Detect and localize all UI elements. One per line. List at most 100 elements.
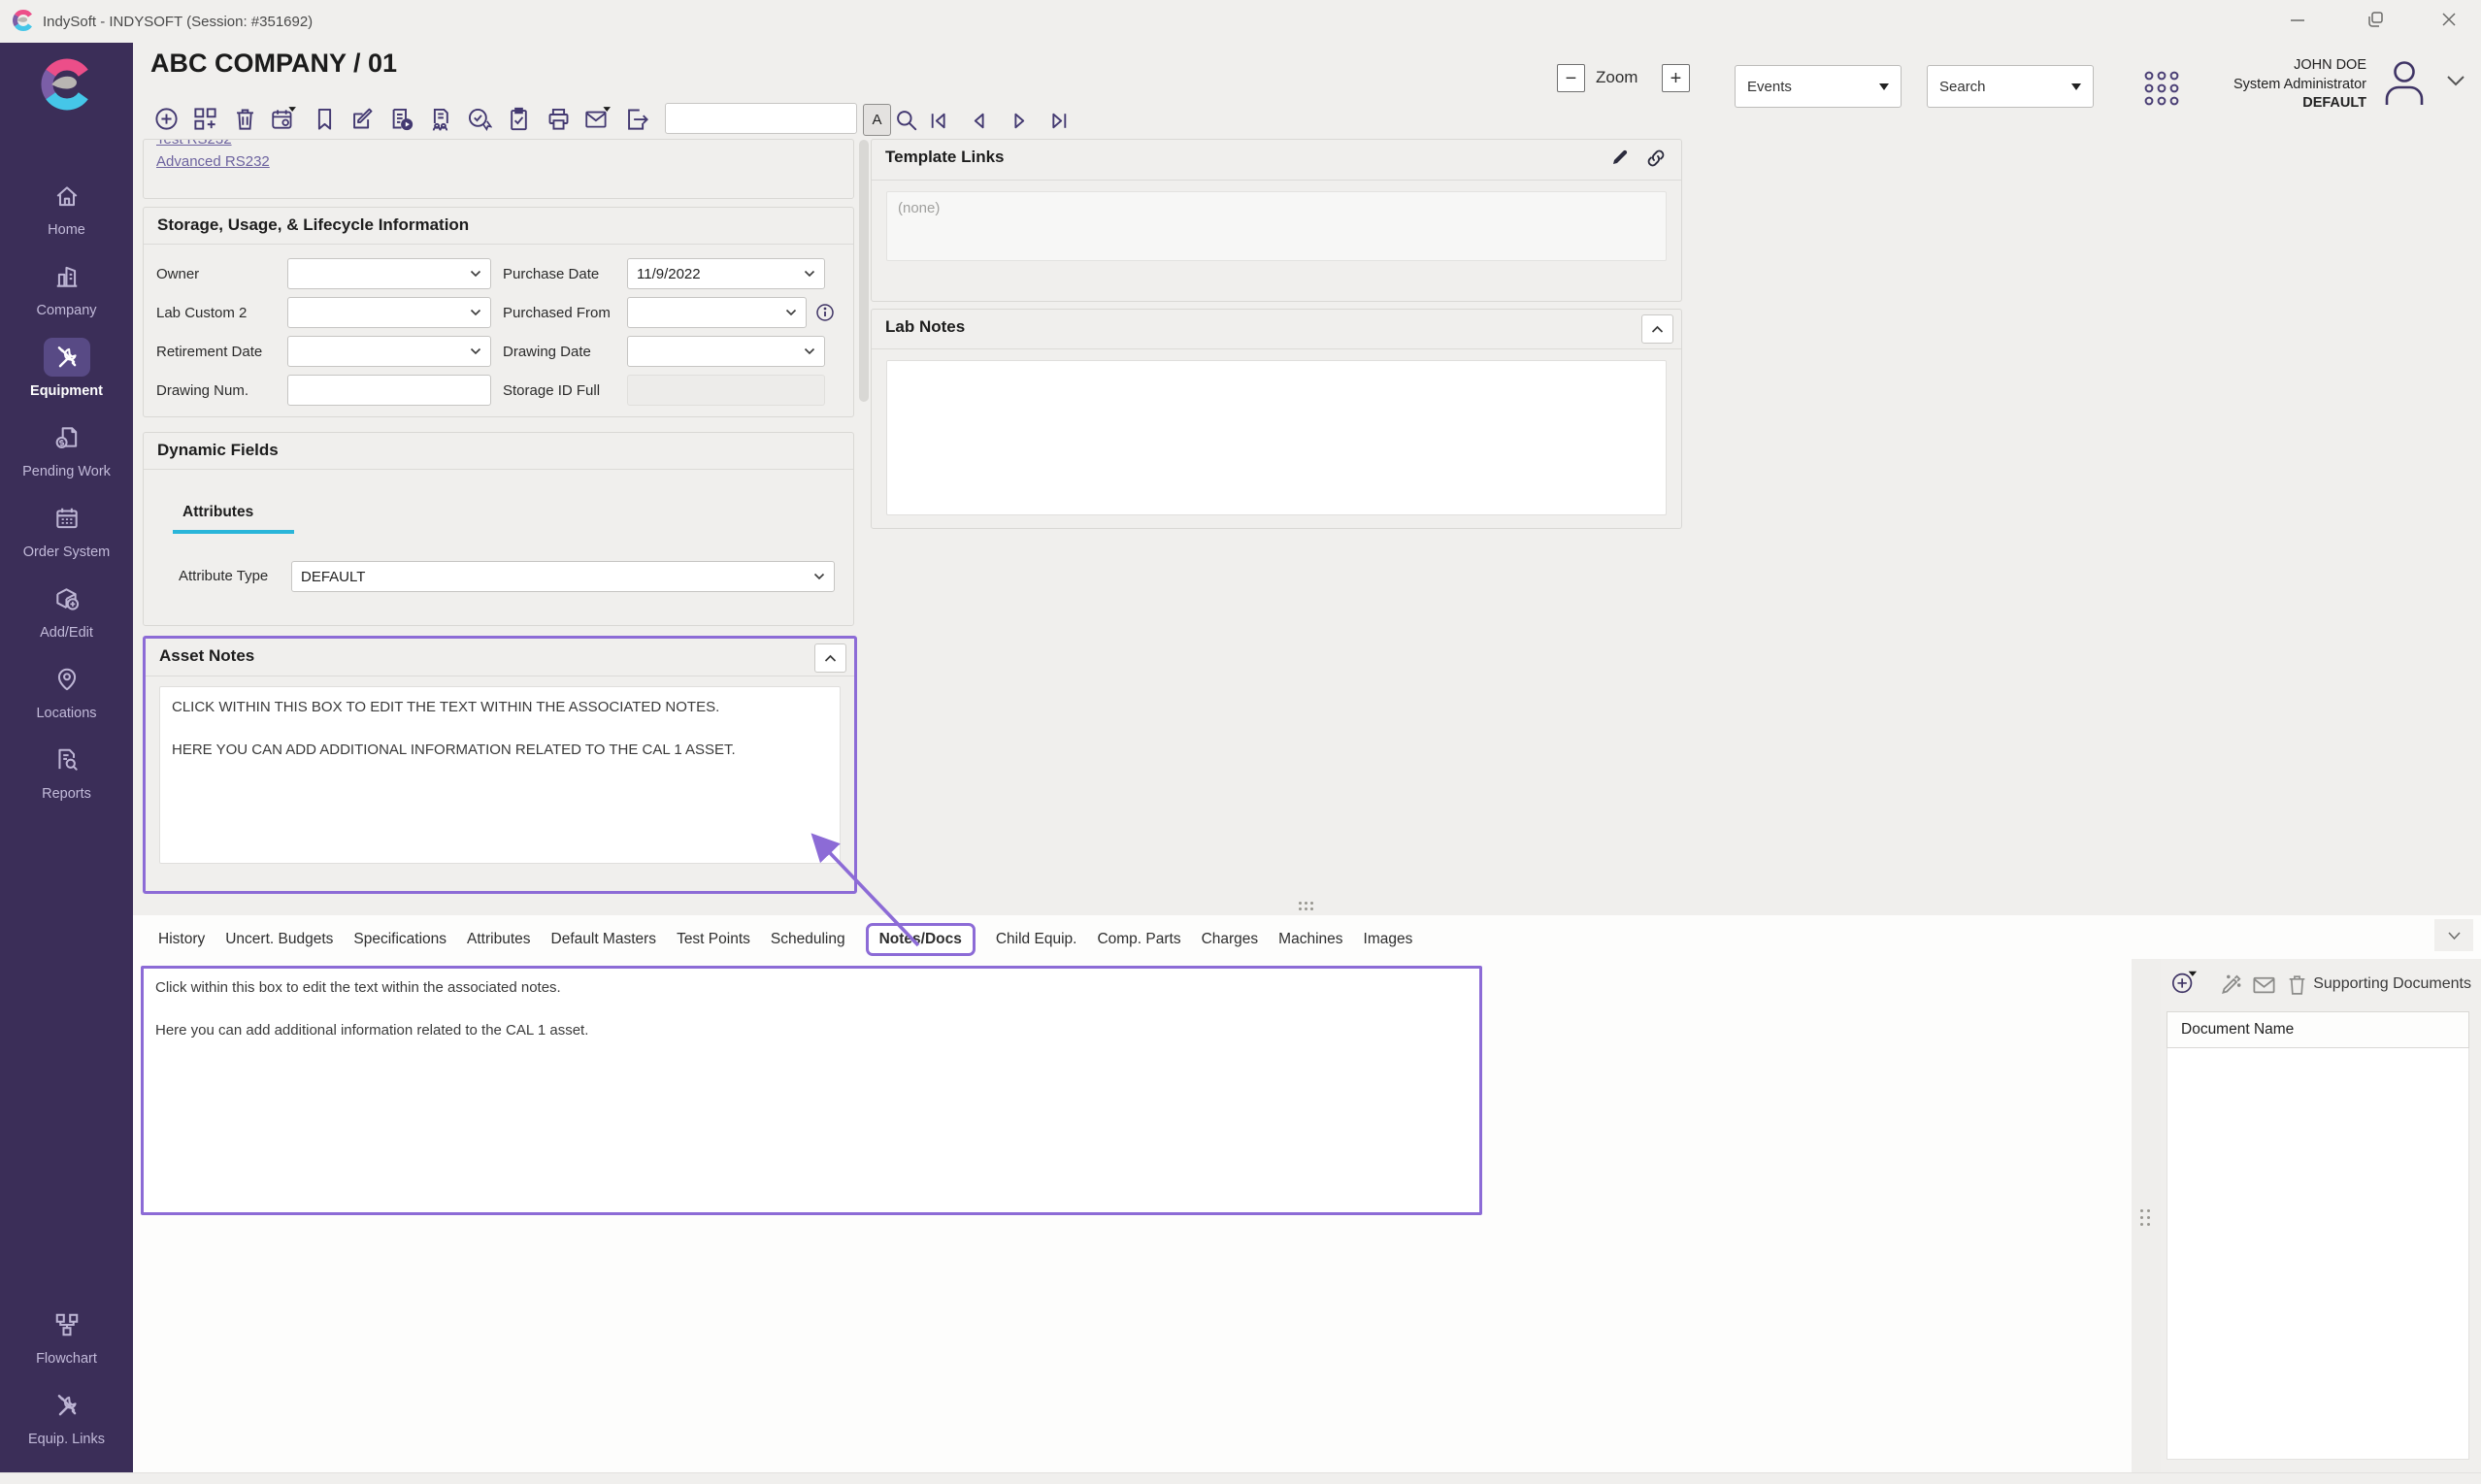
edit-record-icon[interactable] bbox=[347, 104, 377, 133]
tab-machines[interactable]: Machines bbox=[1278, 931, 1342, 948]
lab-custom-2-dropdown[interactable] bbox=[287, 297, 491, 328]
rename-document-icon[interactable] bbox=[2217, 971, 2244, 998]
user-avatar[interactable] bbox=[2376, 54, 2432, 115]
storage-section-title: Storage, Usage, & Lifecycle Information bbox=[157, 215, 469, 235]
events-dropdown[interactable]: Events bbox=[1735, 65, 1902, 108]
delete-record-icon[interactable] bbox=[230, 104, 259, 133]
tab-scheduling[interactable]: Scheduling bbox=[771, 931, 845, 948]
nav-previous-icon[interactable] bbox=[965, 106, 994, 135]
attribute-type-dropdown[interactable]: DEFAULT bbox=[291, 561, 835, 592]
dropdown-caret-icon bbox=[2071, 83, 2081, 90]
nav-last-icon[interactable] bbox=[1042, 106, 1072, 135]
horizontal-splitter-handle[interactable] bbox=[1299, 902, 1314, 911]
nav-first-icon[interactable] bbox=[925, 106, 954, 135]
tab-test-points[interactable]: Test Points bbox=[677, 931, 750, 948]
collapse-tab-area-button[interactable] bbox=[2434, 919, 2473, 951]
template-links-title: Template Links bbox=[885, 148, 1005, 167]
search-magnifier-icon[interactable] bbox=[892, 106, 921, 135]
app-logo-icon bbox=[12, 9, 35, 37]
active-tab-underline bbox=[173, 530, 294, 534]
delete-document-icon[interactable] bbox=[2283, 971, 2310, 998]
zoom-in-button[interactable]: + bbox=[1662, 64, 1690, 92]
tab-history[interactable]: History bbox=[158, 931, 205, 948]
restore-button[interactable] bbox=[2353, 0, 2398, 39]
link-advanced-rs232[interactable]: Advanced RS232 bbox=[156, 153, 853, 170]
notes-docs-textarea[interactable]: Click within this box to edit the text w… bbox=[141, 966, 1482, 1215]
clipboard-check-icon[interactable] bbox=[504, 104, 533, 133]
asset-notes-textarea[interactable]: CLICK WITHIN THIS BOX TO EDIT THE TEXT W… bbox=[159, 686, 841, 864]
drawing-num-input[interactable] bbox=[287, 375, 491, 406]
apps-grid-icon[interactable] bbox=[2141, 68, 2182, 114]
purchased-from-label: Purchased From bbox=[503, 305, 627, 321]
sidebar-item-equip-links[interactable]: Equip. Links bbox=[0, 1376, 133, 1457]
nav-next-icon[interactable] bbox=[1004, 106, 1033, 135]
export-record-icon[interactable] bbox=[622, 104, 651, 133]
order-system-icon bbox=[44, 499, 90, 538]
tab-child-equip[interactable]: Child Equip. bbox=[996, 931, 1077, 948]
owner-dropdown[interactable] bbox=[287, 258, 491, 289]
lab-notes-collapse-button[interactable] bbox=[1641, 314, 1673, 344]
tab-specifications[interactable]: Specifications bbox=[353, 931, 447, 948]
sidebar-item-equipment[interactable]: Equipment bbox=[0, 328, 133, 409]
purchased-from-dropdown[interactable] bbox=[627, 297, 807, 328]
letter-filter-button[interactable]: A bbox=[863, 104, 891, 136]
document-list[interactable] bbox=[2167, 1048, 2469, 1460]
owner-label: Owner bbox=[156, 266, 287, 282]
purchase-date-label: Purchase Date bbox=[503, 266, 627, 282]
tab-images[interactable]: Images bbox=[1364, 931, 1413, 948]
tab-attributes-dynamic[interactable]: Attributes bbox=[182, 504, 253, 521]
sidebar-item-order-system[interactable]: Order System bbox=[0, 489, 133, 570]
bookmark-icon[interactable] bbox=[310, 104, 339, 133]
sidebar-item-flowchart[interactable]: Flowchart bbox=[0, 1296, 133, 1376]
document-name-header[interactable]: Document Name bbox=[2167, 1011, 2469, 1048]
quick-search-input[interactable] bbox=[665, 103, 857, 134]
drawing-date-dropdown[interactable] bbox=[627, 336, 825, 367]
equipment-icon bbox=[44, 338, 90, 377]
tab-comp-parts[interactable]: Comp. Parts bbox=[1097, 931, 1180, 948]
attribute-type-label: Attribute Type bbox=[179, 568, 268, 584]
tab-default-masters[interactable]: Default Masters bbox=[551, 931, 657, 948]
tab-uncert-budgets[interactable]: Uncert. Budgets bbox=[225, 931, 333, 948]
tab-attributes[interactable]: Attributes bbox=[467, 931, 530, 948]
sidebar-item-pending-work[interactable]: Pending Work bbox=[0, 409, 133, 489]
storage-id-full-label: Storage ID Full bbox=[503, 382, 627, 399]
search-dropdown[interactable]: Search bbox=[1927, 65, 2094, 108]
add-record-icon[interactable] bbox=[151, 104, 181, 133]
sidebar-item-locations[interactable]: Locations bbox=[0, 650, 133, 731]
vertical-splitter[interactable] bbox=[2132, 959, 2161, 1472]
email-document-icon[interactable] bbox=[2250, 971, 2277, 998]
purchased-from-info-icon[interactable] bbox=[815, 303, 835, 322]
vertical-scrollbar-track[interactable] bbox=[859, 140, 869, 903]
document-users-icon[interactable] bbox=[425, 104, 454, 133]
zoom-out-button[interactable]: − bbox=[1557, 64, 1585, 92]
template-links-list[interactable]: (none) bbox=[886, 191, 1667, 261]
user-menu-chevron-icon[interactable] bbox=[2446, 74, 2465, 92]
user-name: JOHN DOE bbox=[2233, 56, 2366, 76]
supporting-documents-panel: Supporting Documents Document Name bbox=[2161, 959, 2481, 1472]
sidebar-item-company[interactable]: Company bbox=[0, 247, 133, 328]
retirement-date-dropdown[interactable] bbox=[287, 336, 491, 367]
clone-record-icon[interactable] bbox=[190, 104, 219, 133]
vertical-splitter-handle[interactable] bbox=[2140, 1209, 2151, 1227]
email-icon[interactable] bbox=[582, 104, 612, 133]
calendar-menu-icon[interactable] bbox=[269, 104, 298, 133]
sidebar-item-home[interactable]: Home bbox=[0, 167, 133, 247]
tab-notes-docs[interactable]: Notes/Docs bbox=[866, 923, 976, 956]
minimize-button[interactable] bbox=[2275, 0, 2320, 39]
template-links-edit-icon[interactable] bbox=[1609, 147, 1631, 173]
close-button[interactable] bbox=[2427, 0, 2471, 39]
print-icon[interactable] bbox=[544, 104, 573, 133]
vertical-scrollbar-thumb[interactable] bbox=[859, 140, 869, 402]
sidebar-item-reports[interactable]: Reports bbox=[0, 731, 133, 811]
tab-charges[interactable]: Charges bbox=[1202, 931, 1259, 948]
certificate-icon[interactable] bbox=[464, 104, 493, 133]
lab-notes-textarea[interactable] bbox=[886, 360, 1667, 515]
add-document-icon[interactable] bbox=[2170, 969, 2198, 996]
asset-notes-collapse-button[interactable] bbox=[814, 643, 846, 673]
page-title: ABC COMPANY / 01 bbox=[150, 49, 397, 79]
link-test-rs232[interactable]: Test RS232 bbox=[156, 139, 853, 148]
report-document-icon[interactable] bbox=[386, 104, 415, 133]
sidebar-item-add-edit[interactable]: Add/Edit bbox=[0, 570, 133, 650]
purchase-date-dropdown[interactable]: 11/9/2022 bbox=[627, 258, 825, 289]
template-links-link-icon[interactable] bbox=[1644, 147, 1668, 175]
